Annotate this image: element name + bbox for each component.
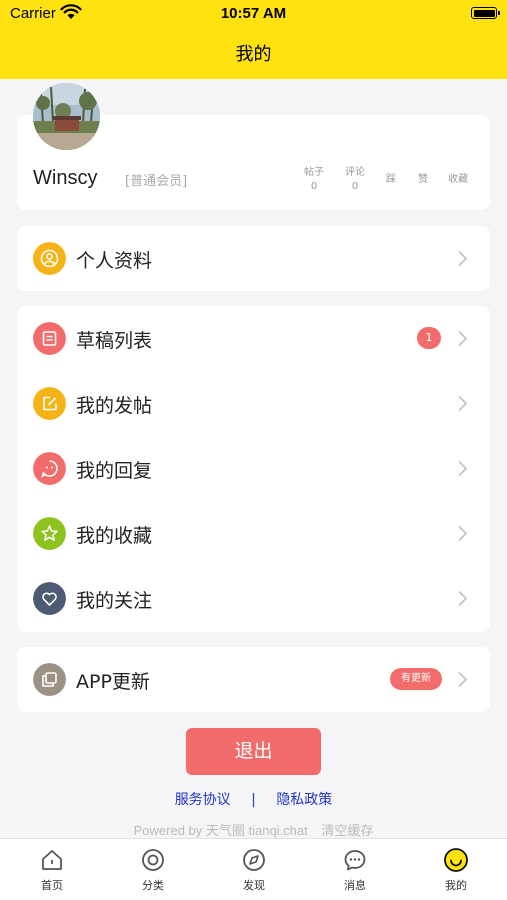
draft-count-badge: 1 — [417, 327, 441, 349]
tab-category[interactable]: 分类 — [113, 847, 193, 893]
status-bar: Carrier 10:57 AM — [0, 0, 507, 28]
menu-item-my-posts[interactable]: 我的发帖 — [17, 371, 490, 436]
stat-label: 踩 — [386, 174, 396, 185]
stat-comments[interactable]: 评论 0 — [342, 163, 368, 192]
chevron-right-icon — [458, 395, 468, 412]
menu-item-drafts[interactable]: 草稿列表 1 — [17, 306, 490, 371]
terms-link[interactable]: 服务协议 — [175, 792, 231, 808]
menu-item-label: 我的回复 — [76, 460, 153, 482]
menu-item-label: 我的收藏 — [76, 525, 153, 547]
document-icon — [33, 322, 66, 355]
avatar[interactable] — [33, 83, 100, 150]
battery-icon — [471, 7, 500, 19]
privacy-link[interactable]: 隐私政策 — [276, 792, 332, 808]
menu-item-my-follows[interactable]: 我的关注 — [17, 566, 490, 631]
stat-label: 帖子 — [304, 167, 324, 178]
tab-me[interactable]: 我的 — [416, 847, 496, 893]
username: Winscy — [33, 167, 98, 189]
content-menu-card: 草稿列表 1 我的发帖 我的回复 我的收藏 我的关注 — [17, 306, 490, 632]
link-separator: | — [251, 792, 256, 808]
menu-item-label: 我的关注 — [76, 590, 153, 612]
tab-bar: 首页 分类 发现 消息 我的 — [0, 838, 507, 900]
clear-cache-link[interactable]: 清空缓存 — [321, 823, 373, 838]
stat-posts[interactable]: 帖子 0 — [301, 163, 327, 192]
menu-item-label: 我的发帖 — [76, 395, 153, 417]
update-card: APP更新 有更新 — [17, 647, 490, 712]
chevron-right-icon — [458, 250, 468, 267]
status-time: 10:57 AM — [220, 5, 287, 22]
menu-item-label: 草稿列表 — [76, 330, 153, 352]
profile-card: Winscy [普通会员] 帖子 0 评论 0 踩 赞 收藏 — [17, 83, 490, 210]
home-icon — [42, 850, 62, 870]
tab-messages[interactable]: 消息 — [315, 847, 395, 893]
tab-label: 分类 — [142, 879, 164, 892]
stat-label: 评论 — [345, 167, 365, 178]
tab-label: 发现 — [243, 879, 265, 892]
tab-label: 消息 — [344, 879, 366, 892]
compass-icon — [243, 849, 265, 871]
menu-item-label: 个人资料 — [76, 250, 153, 272]
menu-item-profile[interactable]: 个人资料 — [17, 226, 490, 291]
powered-by-text: Powered by 天气圈 tianqi.chat — [133, 823, 308, 838]
stat-label: 赞 — [418, 174, 428, 185]
copy-icon — [33, 663, 66, 696]
star-icon — [33, 517, 66, 550]
logout-button[interactable]: 退出 — [186, 728, 321, 775]
chevron-right-icon — [458, 671, 468, 688]
menu-item-label: APP更新 — [76, 671, 150, 693]
chevron-right-icon — [458, 525, 468, 542]
smile-icon — [444, 848, 468, 872]
stat-favorites[interactable]: 收藏 — [445, 170, 471, 185]
menu-item-my-replies[interactable]: 我的回复 — [17, 436, 490, 501]
stat-likes[interactable]: 赞 — [415, 170, 431, 185]
update-badge: 有更新 — [390, 668, 442, 690]
chevron-right-icon — [458, 590, 468, 607]
message-icon — [344, 850, 366, 871]
category-icon — [142, 849, 164, 871]
tab-label: 首页 — [41, 879, 63, 892]
heart-icon — [33, 582, 66, 615]
tab-label: 我的 — [445, 879, 467, 892]
stat-label: 收藏 — [448, 174, 468, 185]
member-level: [普通会员] — [125, 174, 188, 189]
stat-value: 0 — [310, 181, 318, 192]
menu-item-app-update[interactable]: APP更新 有更新 — [17, 647, 490, 712]
chevron-right-icon — [458, 330, 468, 347]
legal-links: 服务协议 | 隐私政策 — [0, 789, 507, 809]
page-title: 我的 — [235, 44, 272, 65]
profile-settings-card: 个人资料 — [17, 226, 490, 291]
stat-value: 0 — [351, 181, 359, 192]
chevron-right-icon — [458, 460, 468, 477]
menu-item-my-favorites[interactable]: 我的收藏 — [17, 501, 490, 566]
edit-icon — [33, 387, 66, 420]
tab-home[interactable]: 首页 — [12, 847, 92, 893]
tab-discover[interactable]: 发现 — [214, 847, 294, 893]
user-circle-icon — [33, 242, 66, 275]
powered-by-footer: Powered by 天气圈 tianqi.chat 清空缓存 — [0, 820, 507, 839]
top-header: Carrier 10:57 AM 我的 — [0, 0, 507, 79]
chat-face-icon — [33, 452, 66, 485]
stat-dislikes[interactable]: 踩 — [383, 170, 399, 185]
